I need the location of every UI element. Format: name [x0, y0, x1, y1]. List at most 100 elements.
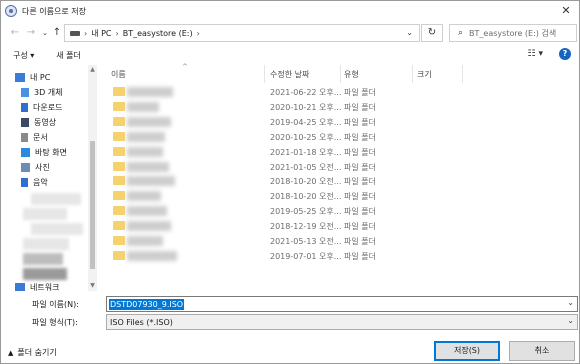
sidebar-item-desktop[interactable]: 바탕 화면 — [21, 145, 67, 160]
sidebar-item-network[interactable]: 네트워크 — [15, 280, 59, 291]
back-icon[interactable]: ← — [9, 26, 21, 40]
breadcrumb-drive[interactable]: BT_easystore (E:) — [123, 29, 193, 38]
help-icon[interactable]: ? — [559, 48, 571, 60]
column-header-size[interactable]: 크기 — [417, 69, 432, 80]
sidebar-item-blurred[interactable] — [23, 208, 67, 220]
pc-icon — [15, 73, 25, 82]
file-row[interactable]: 2021-01-05 오전... 파일 폴더 — [97, 160, 579, 174]
file-type: 파일 폴더 — [344, 222, 376, 232]
file-modified-date: 2019-04-25 오후... — [270, 117, 342, 127]
file-name-redacted — [127, 116, 171, 127]
file-modified-date: 2021-05-13 오전... — [270, 237, 342, 246]
column-divider[interactable] — [264, 65, 265, 83]
file-modified-date: 2018-10-20 오전... — [270, 192, 342, 202]
music-icon — [21, 178, 28, 187]
save-button[interactable]: 저장(S) — [434, 341, 500, 361]
file-row[interactable]: 2019-05-25 오후... 파일 폴더 — [97, 204, 579, 218]
search-icon: ⌕ — [458, 28, 464, 38]
file-name-redacted — [127, 250, 177, 261]
sidebar-item-pictures[interactable]: 사진 — [21, 160, 50, 175]
column-divider[interactable] — [412, 65, 413, 83]
column-divider[interactable] — [462, 65, 463, 83]
sort-ascending-icon: ^ — [182, 63, 188, 71]
sidebar-item-blurred[interactable] — [31, 193, 81, 205]
hide-folders-toggle[interactable]: ▲ 폴더 숨기기 — [8, 347, 57, 358]
organize-button[interactable]: 구성 ▾ — [13, 50, 34, 61]
file-list: ^ 이름 수정한 날짜 유형 크기 2021-06-22 오후... 파일 폴더 2… — [97, 63, 579, 291]
breadcrumb-separator: › — [196, 28, 200, 38]
file-row[interactable]: 2019-04-25 오후... 파일 폴더 — [97, 115, 579, 129]
sidebar-item-videos[interactable]: 동영상 — [21, 115, 56, 130]
refresh-button[interactable]: ↻ — [421, 24, 443, 42]
breadcrumb-separator: › — [115, 28, 119, 38]
document-icon — [21, 133, 28, 142]
new-folder-button[interactable]: 새 폴더 — [56, 50, 81, 61]
scroll-up-icon[interactable]: ▲ — [88, 65, 97, 75]
sidebar-item-3d-objects[interactable]: 3D 개체 — [21, 85, 63, 100]
filetype-dropdown-icon[interactable]: ⌄ — [567, 316, 574, 325]
file-type: 파일 폴더 — [344, 117, 376, 127]
scrollbar-thumb[interactable] — [90, 141, 95, 269]
close-icon[interactable]: ✕ — [559, 4, 573, 18]
sidebar-item-this-pc[interactable]: 내 PC — [15, 70, 50, 85]
sidebar-item-blurred[interactable] — [23, 253, 63, 265]
file-row[interactable]: 2021-05-13 오전... 파일 폴더 — [97, 234, 579, 248]
file-list-header: ^ 이름 수정한 날짜 유형 크기 — [97, 63, 579, 83]
command-bar: 구성 ▾ 새 폴더 ☷ ▾ ? — [1, 45, 579, 65]
filetype-label: 파일 형식(T): — [32, 318, 78, 327]
file-row[interactable]: 2018-10-20 오전... 파일 폴더 — [97, 189, 579, 203]
sidebar-item-label: 3D 개체 — [34, 88, 63, 97]
file-name-redacted — [127, 161, 169, 172]
file-row[interactable]: 2018-12-19 오전... 파일 폴더 — [97, 219, 579, 233]
sidebar-item-blurred[interactable] — [31, 223, 83, 235]
sidebar-item-downloads[interactable]: 다운로드 — [21, 100, 62, 115]
folder-icon — [113, 176, 125, 186]
sidebar-item-label: 문서 — [33, 133, 48, 142]
sidebar-scrollbar[interactable]: ▲ ▼ — [88, 65, 97, 291]
filename-value[interactable]: DSTD07930_9.ISO — [109, 298, 185, 310]
filetype-value: ISO Files (*.ISO) — [110, 317, 173, 327]
scroll-down-icon[interactable]: ▼ — [88, 281, 97, 291]
breadcrumb-this-pc[interactable]: 내 PC — [91, 28, 111, 39]
window-title: 다른 이름으로 저장 — [22, 6, 86, 16]
column-header-name[interactable]: 이름 — [111, 69, 126, 80]
filename-dropdown-icon[interactable]: ⌄ — [567, 298, 574, 307]
folder-icon — [113, 191, 125, 201]
sidebar-item-label: 네트워크 — [30, 283, 60, 291]
sidebar-item-label: 내 PC — [30, 73, 51, 82]
sidebar-item-label: 다운로드 — [33, 103, 63, 112]
folder-icon — [113, 146, 125, 156]
file-row[interactable]: 2021-06-22 오후... 파일 폴더 — [97, 85, 579, 99]
forward-icon[interactable]: → — [25, 26, 37, 40]
file-modified-date: 2019-05-25 오후... — [270, 207, 342, 217]
file-modified-date: 2020-10-21 오후... — [270, 102, 342, 112]
cancel-button[interactable]: 취소 — [509, 341, 575, 361]
address-bar[interactable]: › 내 PC › BT_easystore (E:) › ⌄ — [64, 24, 420, 42]
file-row[interactable]: 2020-10-21 오후... 파일 폴더 — [97, 100, 579, 114]
sidebar-item-music[interactable]: 음악 — [21, 175, 48, 190]
file-row[interactable]: 2020-10-25 오후... 파일 폴더 — [97, 130, 579, 144]
file-row[interactable]: 2021-01-18 오후... 파일 폴더 — [97, 145, 579, 159]
column-header-type[interactable]: 유형 — [344, 69, 359, 80]
sidebar-item-documents[interactable]: 문서 — [21, 130, 48, 145]
folder-icon — [113, 250, 125, 260]
filename-field[interactable]: DSTD07930_9.ISO ⌄ — [106, 296, 578, 312]
download-icon — [21, 103, 28, 112]
sidebar-item-blurred[interactable] — [23, 268, 67, 280]
address-dropdown-icon[interactable]: ⌄ — [406, 28, 413, 37]
file-type: 파일 폴더 — [344, 207, 376, 217]
file-type: 파일 폴더 — [344, 237, 376, 246]
up-icon[interactable]: ↑ — [51, 26, 63, 40]
column-header-modified[interactable]: 수정한 날짜 — [270, 69, 309, 80]
save-as-dialog: 다른 이름으로 저장 ✕ ← → ⌄ ↑ › 내 PC › BT_easysto… — [0, 0, 580, 364]
view-options-icon[interactable]: ☷ ▾ — [528, 49, 543, 59]
column-divider[interactable] — [340, 65, 341, 83]
search-input[interactable]: ⌕ BT_easystore (E:) 검색 — [449, 24, 577, 42]
hide-folders-label: 폴더 숨기기 — [17, 348, 57, 357]
file-row[interactable]: 2018-10-20 오전... 파일 폴더 — [97, 174, 579, 188]
recent-locations-chevron-icon[interactable]: ⌄ — [39, 26, 51, 40]
file-row[interactable]: 2019-07-01 오후... 파일 폴더 — [97, 249, 579, 263]
filetype-select[interactable]: ISO Files (*.ISO) ⌄ — [106, 314, 578, 330]
sidebar-item-label: 바탕 화면 — [35, 148, 67, 157]
sidebar-item-blurred[interactable] — [23, 238, 69, 250]
